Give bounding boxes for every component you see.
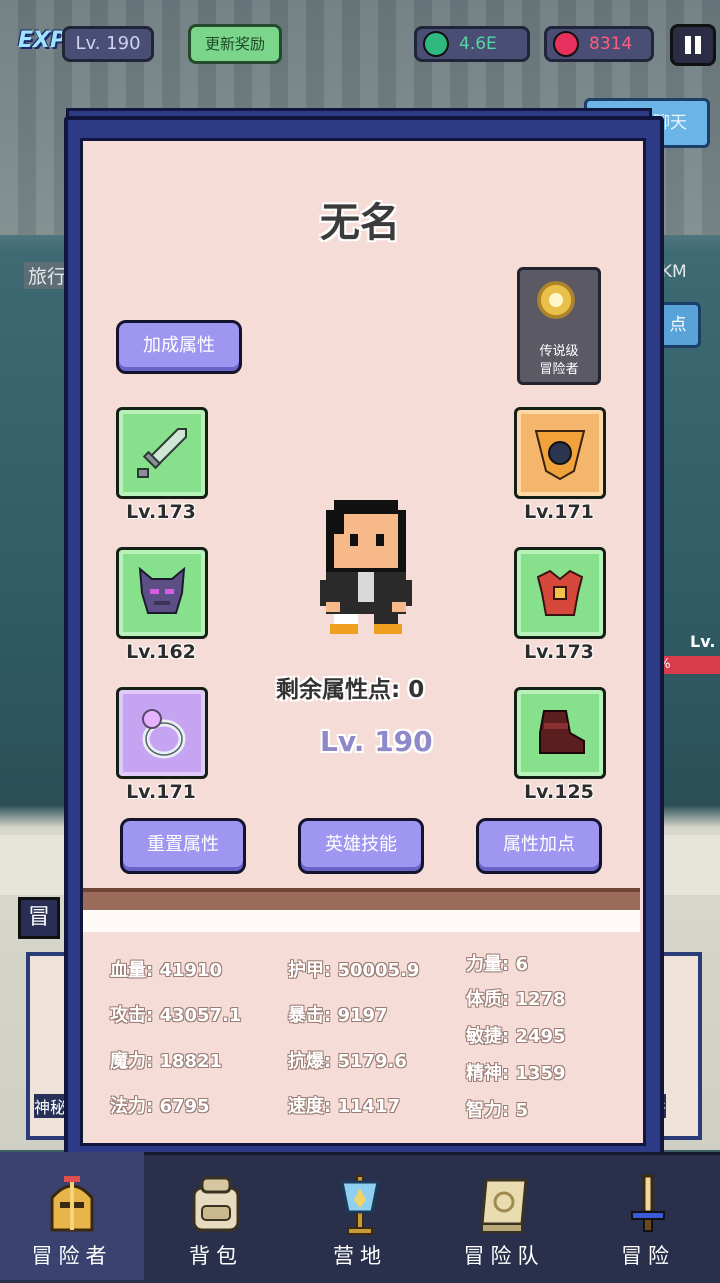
nav-adventure[interactable]: 冒险: [576, 1152, 720, 1280]
ring-level: Lv.171: [126, 781, 196, 803]
camp-banner-icon: [340, 1175, 380, 1235]
enemy-level-label: Lv.: [690, 632, 716, 651]
nav-backpack[interactable]: 背包: [144, 1152, 288, 1280]
sword-icon: [137, 428, 187, 478]
hero-sprite: [320, 500, 412, 634]
legend-class-label: 冒险者: [539, 362, 579, 377]
armor-level: Lv.173: [524, 641, 594, 663]
shoulder-level: Lv.171: [524, 501, 594, 523]
adventure-tab[interactable]: 冒: [18, 897, 60, 939]
sword-icon: [631, 1174, 665, 1232]
gem-counter[interactable]: 4.6E: [414, 26, 530, 62]
reset-attributes-button[interactable]: 重置属性: [120, 818, 246, 874]
ruby-value: 8314: [589, 34, 633, 54]
pause-button[interactable]: [670, 24, 716, 66]
chest-armor-icon: [536, 569, 584, 616]
nav-label-adventure: 冒险: [621, 1244, 675, 1268]
add-attribute-points-button[interactable]: 属性加点: [476, 818, 602, 874]
demon-helmet-icon: [138, 566, 186, 614]
stat-agility: 敏捷: 2495: [466, 1026, 566, 1047]
helmet-slot[interactable]: [116, 547, 208, 639]
ruby-icon: [553, 31, 579, 57]
hero-skills-button[interactable]: 英雄技能: [298, 818, 424, 874]
knight-helmet-icon: [50, 1176, 94, 1232]
nav-label-party: 冒险队: [463, 1244, 545, 1268]
stat-speed: 速度: 11417: [288, 1096, 401, 1117]
stat-armor: 护甲: 50005.9: [288, 960, 420, 981]
exp-logo: EXP: [18, 28, 67, 53]
nav-camp[interactable]: 营地: [288, 1152, 432, 1280]
weapon-level: Lv.173: [126, 501, 196, 523]
helmet-level: Lv.162: [126, 641, 196, 663]
stat-hp: 血量: 41910: [110, 960, 223, 981]
panel-divider-highlight: [83, 910, 640, 932]
backpack-icon: [192, 1176, 240, 1232]
guild-book-icon: [480, 1178, 528, 1233]
legend-rank-label: 传说级: [539, 344, 579, 359]
ring-slot[interactable]: [116, 687, 208, 779]
boots-icon: [539, 710, 585, 754]
stat-crit: 暴击: 9197: [288, 1005, 388, 1026]
stat-attack: 攻击: 43057.1: [110, 1005, 242, 1026]
nav-label-adventurer: 冒险者: [31, 1244, 113, 1268]
pauldron-icon: [534, 430, 586, 481]
nav-adventurer[interactable]: 冒险者: [0, 1152, 144, 1280]
stat-magic: 魔力: 18821: [110, 1051, 223, 1072]
stat-strength: 力量: 6: [466, 954, 528, 975]
left-card-label: 神秘: [34, 1094, 67, 1118]
weapon-slot[interactable]: [116, 407, 208, 499]
ruby-counter[interactable]: 8314: [544, 26, 654, 62]
nav-party[interactable]: 冒险队: [432, 1152, 576, 1280]
armor-slot[interactable]: [514, 547, 606, 639]
boots-slot[interactable]: [514, 687, 606, 779]
nav-label-camp: 营地: [333, 1244, 387, 1268]
shoulder-slot[interactable]: [514, 407, 606, 499]
remaining-points-label: 剩余属性点: 0: [276, 677, 425, 703]
legendary-emblem-icon: [534, 278, 578, 322]
stat-spirit: 精神: 1359: [466, 1063, 566, 1084]
ring-icon: [142, 709, 186, 759]
hero-level: Lv. 190: [320, 725, 433, 758]
emerald-icon: [423, 31, 449, 57]
nav-label-backpack: 背包: [189, 1244, 243, 1268]
boots-level: Lv.125: [524, 781, 594, 803]
player-level: Lv. 190: [62, 26, 154, 62]
stat-constitution: 体质: 1278: [466, 989, 566, 1010]
panel-divider: [83, 888, 640, 910]
update-reward-button[interactable]: 更新奖励: [188, 24, 282, 64]
bonus-attributes-button[interactable]: 加成属性: [116, 320, 242, 374]
stat-intellect: 智力: 5: [466, 1100, 528, 1121]
hero-name: 无名: [320, 200, 400, 246]
gem-value: 4.6E: [459, 34, 497, 54]
stat-mana: 法力: 6795: [110, 1096, 210, 1117]
stat-anticrit: 抗爆: 5179.6: [288, 1051, 407, 1072]
